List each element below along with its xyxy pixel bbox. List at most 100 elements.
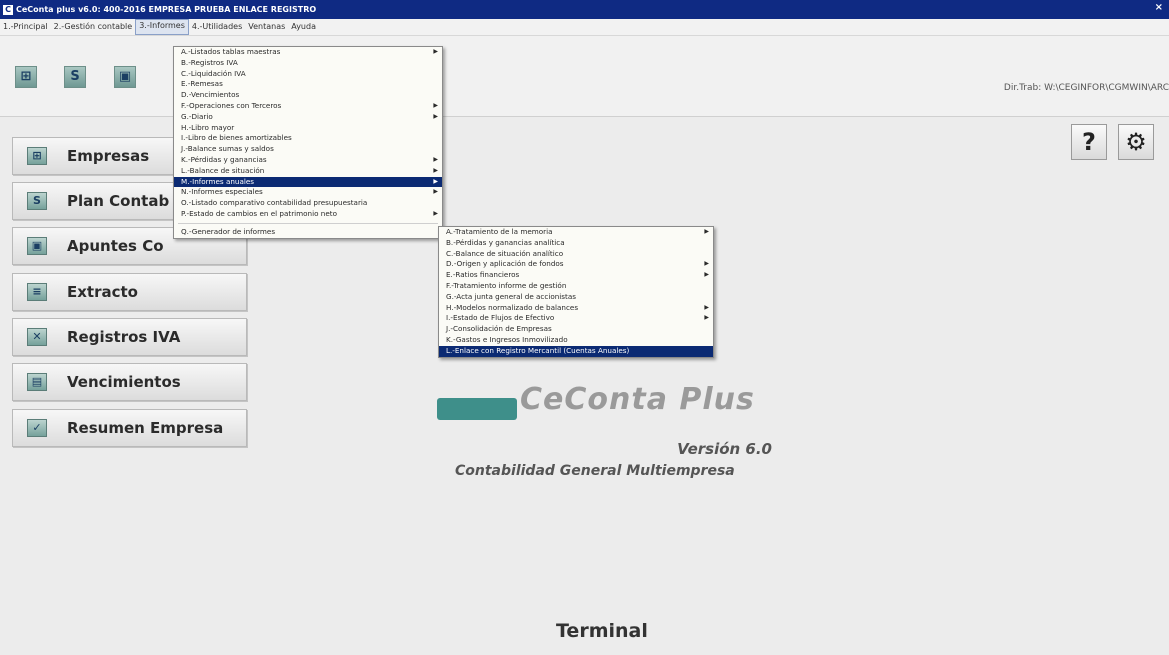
informes-menu-item[interactable]: C.-Liquidación IVA: [174, 69, 442, 80]
sidebar-label: Apuntes Co: [67, 237, 164, 255]
informes-menu-item[interactable]: J.-Balance sumas y saldos: [174, 144, 442, 155]
menu-item-label: P.-Estado de cambios en el patrimonio ne…: [181, 208, 337, 218]
menu-item-label: G.-Acta junta general de accionistas: [446, 291, 576, 301]
submenu-arrow-icon: ▶: [704, 303, 709, 311]
menu-item-label: M.-Informes anuales: [181, 176, 255, 186]
menu-item-label: O.-Listado comparativo contabilidad pres…: [181, 198, 368, 208]
sidebar-label: Empresas: [67, 147, 150, 165]
app-icon: C: [3, 4, 13, 15]
anuales-menu-item[interactable]: A.-Tratamiento de la memoria ▶: [439, 227, 713, 238]
informes-menu-item-selected[interactable]: M.-Informes anuales ▶: [174, 176, 442, 188]
anuales-menu-item[interactable]: D.-Origen y aplicación de fondos ▶: [439, 259, 713, 270]
informes-anuales-submenu: A.-Tratamiento de la memoria ▶ B.-Pérdidas…: [438, 226, 714, 358]
menu-gestion-contable[interactable]: 2.-Gestión contable: [51, 20, 136, 34]
menu-item-label: F.-Tratamiento informe de gestión: [446, 280, 567, 290]
menu-item-label: K.-Pérdidas y ganancias: [181, 154, 267, 164]
vencimientos-icon: ▤: [27, 373, 47, 391]
informes-menu-item[interactable]: H.-Libro mayor: [174, 123, 442, 134]
terminal-label: Terminal: [556, 620, 648, 642]
menu-item-label: B.-Registros IVA: [181, 57, 238, 67]
registros-iva-icon: ✕: [27, 328, 47, 346]
submenu-arrow-icon: ▶: [433, 177, 438, 185]
sidebar-label: Plan Contab: [67, 192, 170, 210]
menu-item-label: B.-Pérdidas y ganancias analítica: [446, 237, 565, 247]
anuales-menu-item[interactable]: C.-Balance de situación analítico: [439, 249, 713, 260]
submenu-arrow-icon: ▶: [433, 209, 438, 217]
menu-bar: 1.-Principal 2.-Gestión contable 3.-Info…: [0, 19, 1169, 36]
working-directory-label: Dir.Trab: W:\CEGINFOR\CGMWIN\ARC: [1003, 83, 1169, 93]
menu-item-label: C.-Balance de situación analítico: [446, 248, 564, 258]
sidebar-label: Registros IVA: [67, 328, 181, 346]
menu-item-label: I.-Libro de bienes amortizables: [181, 133, 292, 143]
resumen-icon: ✓: [27, 419, 47, 437]
extracto-icon: ≡: [27, 283, 47, 301]
informes-menu-item[interactable]: P.-Estado de cambios en el patrimonio ne…: [174, 209, 442, 220]
menu-ayuda[interactable]: Ayuda: [288, 20, 319, 34]
menu-item-label: K.-Gastos e Ingresos Inmovilizado: [446, 334, 568, 344]
menu-item-label: D.-Vencimientos: [181, 90, 240, 100]
settings-icon: ⚙: [1125, 128, 1147, 156]
apuntes-icon: ▣: [27, 237, 47, 255]
sidebar-label: Vencimientos: [67, 373, 181, 391]
menu-item-label: L.-Balance de situación: [181, 165, 265, 175]
menu-item-label: I.-Estado de Flujos de Efectivo: [446, 313, 555, 323]
informes-menu-item[interactable]: O.-Listado comparativo contabilidad pres…: [174, 198, 442, 209]
informes-menu-item[interactable]: B.-Registros IVA: [174, 58, 442, 69]
toolbar-empresas-button[interactable]: ⊞: [15, 66, 37, 88]
settings-button[interactable]: ⚙: [1118, 124, 1154, 160]
empresas-icon: ⊞: [27, 147, 47, 165]
informes-menu-item[interactable]: E.-Remesas: [174, 79, 442, 90]
anuales-menu-item[interactable]: E.-Ratios financieros ▶: [439, 270, 713, 281]
toolbar-plan-contable-button[interactable]: S: [64, 66, 86, 88]
anuales-menu-item[interactable]: I.-Estado de Flujos de Efectivo ▶: [439, 313, 713, 324]
anuales-menu-item[interactable]: K.-Gastos e Ingresos Inmovilizado: [439, 335, 713, 346]
informes-menu-item[interactable]: N.-Informes especiales ▶: [174, 187, 442, 198]
sidebar-resumen-empresa-button[interactable]: ✓ Resumen Empresa: [12, 409, 247, 447]
window-title: CeConta plus v6.0: 400-2016 EMPRESA PRUE…: [16, 5, 317, 14]
help-button[interactable]: ?: [1071, 124, 1107, 160]
informes-menu-item[interactable]: F.-Operaciones con Terceros ▶: [174, 101, 442, 112]
submenu-arrow-icon: ▶: [433, 112, 438, 120]
informes-menu-item[interactable]: K.-Pérdidas y ganancias ▶: [174, 155, 442, 166]
anuales-menu-item[interactable]: J.-Consolidación de Empresas: [439, 324, 713, 335]
submenu-arrow-icon: ▶: [433, 101, 438, 109]
informes-menu-item[interactable]: L.-Balance de situación ▶: [174, 166, 442, 177]
informes-menu-item[interactable]: A.-Listados tablas maestras ▶: [174, 47, 442, 58]
sidebar-vencimientos-button[interactable]: ▤ Vencimientos: [12, 363, 247, 401]
menu-ventanas[interactable]: Ventanas: [245, 20, 288, 34]
toolbar-apuntes-button[interactable]: ▣: [114, 66, 136, 88]
sidebar-label: Extracto: [67, 283, 138, 301]
menu-item-label: H.-Libro mayor: [181, 122, 235, 132]
anuales-menu-item[interactable]: F.-Tratamiento informe de gestión: [439, 281, 713, 292]
menu-separator: [178, 222, 438, 224]
help-icon: ?: [1082, 128, 1096, 156]
menu-informes[interactable]: 3.-Informes: [135, 19, 189, 35]
menu-item-label: C.-Liquidación IVA: [181, 68, 246, 78]
informes-menu-item[interactable]: I.-Libro de bienes amortizables: [174, 133, 442, 144]
menu-item-label: N.-Informes especiales: [181, 187, 263, 197]
menu-item-label: H.-Modelos normalizado de balances: [446, 302, 579, 312]
menu-item-label: A.-Tratamiento de la memoria: [446, 227, 553, 236]
menu-item-label: J.-Consolidación de Empresas: [446, 324, 552, 334]
informes-menu-item[interactable]: G.-Diario ▶: [174, 112, 442, 123]
menu-item-generador-informes[interactable]: Q.-Generador de informes: [174, 227, 442, 238]
plan-contable-icon: S: [70, 69, 80, 84]
sidebar-registros-iva-button[interactable]: ✕ Registros IVA: [12, 318, 247, 356]
menu-item-label: A.-Listados tablas maestras: [181, 47, 281, 56]
informes-menu-item[interactable]: D.-Vencimientos: [174, 90, 442, 101]
version-label: Versión 6.0: [677, 440, 772, 458]
sidebar-extracto-button[interactable]: ≡ Extracto: [12, 273, 247, 311]
logo: CeConta Plus: [520, 382, 755, 417]
menu-principal[interactable]: 1.-Principal: [0, 20, 51, 34]
anuales-menu-item[interactable]: H.-Modelos normalizado de balances ▶: [439, 303, 713, 314]
anuales-menu-item-selected[interactable]: L.-Enlace con Registro Mercantil (Cuenta…: [439, 345, 713, 357]
anuales-menu-item[interactable]: G.-Acta junta general de accionistas: [439, 292, 713, 303]
menu-item-label: E.-Ratios financieros: [446, 270, 520, 280]
menu-item-label: G.-Diario: [181, 111, 213, 121]
anuales-menu-item[interactable]: B.-Pérdidas y ganancias analítica: [439, 238, 713, 249]
apuntes-icon: ▣: [118, 69, 132, 84]
submenu-arrow-icon: ▶: [433, 166, 438, 174]
menu-item-label: J.-Balance sumas y saldos: [181, 144, 274, 154]
menu-utilidades[interactable]: 4.-Utilidades: [189, 20, 245, 34]
close-window-button[interactable]: ×: [1155, 2, 1163, 13]
